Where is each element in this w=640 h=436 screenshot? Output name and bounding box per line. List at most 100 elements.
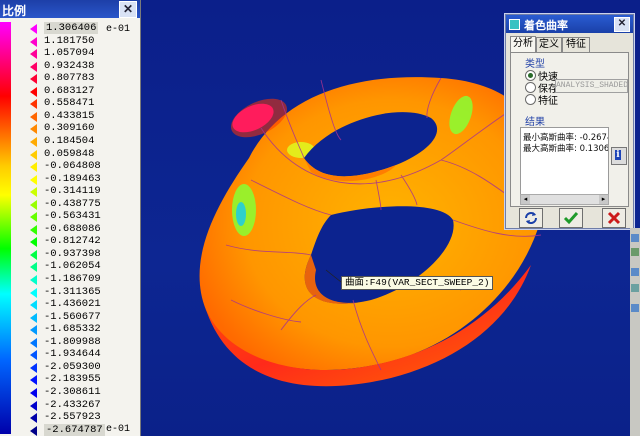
radio-feature-indicator[interactable] bbox=[525, 94, 536, 105]
toolbar-icon[interactable] bbox=[631, 268, 639, 276]
toolbar-icon[interactable] bbox=[631, 248, 639, 256]
checkmark-icon bbox=[563, 212, 579, 225]
scale-tick-value: -2.308611 bbox=[44, 385, 101, 398]
scale-tick-marker-icon bbox=[30, 400, 37, 411]
radio-save-indicator[interactable] bbox=[525, 82, 536, 93]
shaded-curvature-dialog: 着色曲率 ✕ 分析 定义 特征 类型 快速 保存 ANALYSIS_SHADED… bbox=[505, 14, 634, 229]
scale-tick-marker-icon bbox=[30, 149, 37, 160]
scale-panel-titlebar[interactable]: 比例 ✕ bbox=[0, 0, 140, 18]
results-group-label: 结果 bbox=[525, 117, 545, 128]
scale-tick-value: -0.937398 bbox=[44, 247, 101, 260]
scale-tick-marker-icon bbox=[30, 375, 37, 386]
result-max-curvature: 最大高斯曲率: 0.1306 bbox=[523, 144, 609, 154]
dialog-title: 着色曲率 bbox=[524, 19, 568, 32]
ok-button[interactable] bbox=[559, 208, 583, 228]
scale-panel-title: 比例 bbox=[2, 4, 27, 18]
scale-tick-marker-icon bbox=[30, 325, 37, 336]
scale-tick-marker-icon bbox=[30, 413, 37, 424]
scale-tick-marker-icon bbox=[30, 136, 37, 147]
surface-tooltip: 曲面:F49(VAR_SECT_SWEEP_2) bbox=[341, 276, 494, 290]
scale-tick-marker-icon bbox=[30, 111, 37, 122]
scale-tick-value: -0.812742 bbox=[44, 235, 101, 248]
scale-tick-value: -0.563431 bbox=[44, 210, 101, 223]
tab-definition[interactable]: 定义 bbox=[536, 37, 562, 52]
results-textbox[interactable]: 最小高斯曲率: -0.2674 最大高斯曲率: 0.1306 bbox=[520, 127, 609, 201]
scale-exponent-bottom: e-01 bbox=[106, 424, 131, 435]
scale-tick-value: -1.809988 bbox=[44, 335, 101, 348]
scale-tick-marker-icon bbox=[30, 99, 37, 110]
scale-tick-value: -0.189463 bbox=[44, 172, 101, 185]
scale-tick-value: -0.688086 bbox=[44, 222, 101, 235]
dialog-close-button[interactable]: ✕ bbox=[614, 17, 630, 32]
scale-tick-value: 0.932438 bbox=[44, 59, 95, 72]
right-toolbar-strip bbox=[630, 228, 640, 436]
radio-quick-indicator[interactable] bbox=[525, 70, 536, 81]
results-horizontal-scrollbar[interactable]: ◂ ▸ bbox=[520, 194, 609, 205]
repaint-button[interactable] bbox=[519, 208, 543, 228]
color-scale-panel: 比例 ✕ 1.306406 1.181750 1.057094 0.932438 0.8… bbox=[0, 0, 141, 436]
analysis-tab-panel: 类型 快速 保存 ANALYSIS_SHADED_1 特征 结果 最小高斯曲率:… bbox=[510, 52, 629, 207]
scale-tick-marker-icon bbox=[30, 74, 37, 85]
scroll-left-arrow-icon[interactable]: ◂ bbox=[521, 195, 530, 204]
toolbar-icon[interactable] bbox=[631, 234, 639, 242]
color-gradient-bar bbox=[0, 22, 11, 434]
scale-tick-value: 0.309160 bbox=[44, 122, 95, 135]
scale-tick-value: -1.436021 bbox=[44, 298, 101, 311]
scale-tick-value: -2.674787 bbox=[44, 423, 105, 436]
scale-tick-marker-icon bbox=[30, 312, 37, 323]
scale-tick-value: 0.683127 bbox=[44, 84, 95, 97]
scale-tick-marker-icon bbox=[30, 249, 37, 260]
scale-tick-value: -1.934644 bbox=[44, 348, 101, 361]
scale-tick-value: -2.433267 bbox=[44, 398, 101, 411]
scale-tick-marker-icon bbox=[30, 362, 37, 373]
scale-tick-marker-icon bbox=[30, 224, 37, 235]
scale-tick-marker-icon bbox=[30, 86, 37, 97]
scale-tick-value: -2.059300 bbox=[44, 360, 101, 373]
cancel-button[interactable] bbox=[602, 208, 626, 228]
scale-tick-value: 1.057094 bbox=[44, 47, 95, 60]
scale-tick-marker-icon bbox=[30, 174, 37, 185]
dialog-app-icon bbox=[509, 19, 520, 30]
scale-tick-value: -0.314119 bbox=[44, 185, 101, 198]
tab-feature[interactable]: 特征 bbox=[562, 37, 590, 52]
analysis-name-field[interactable]: ANALYSIS_SHADED_1 bbox=[555, 79, 628, 93]
scroll-right-arrow-icon[interactable]: ▸ bbox=[599, 195, 608, 204]
scale-tick-marker-icon bbox=[30, 49, 37, 60]
toolbar-icon[interactable] bbox=[631, 304, 639, 312]
scale-panel-close-button[interactable]: ✕ bbox=[119, 1, 137, 18]
scale-tick-marker-icon bbox=[30, 199, 37, 210]
scale-tick-marker-icon bbox=[30, 162, 37, 173]
scale-tick-marker-icon bbox=[30, 275, 37, 285]
tab-analysis[interactable]: 分析 bbox=[510, 36, 536, 53]
info-icon: i bbox=[615, 150, 621, 160]
scale-tick-marker-icon bbox=[30, 24, 37, 34]
scale-tick-value: -0.438775 bbox=[44, 197, 101, 210]
scale-tick-value: -1.560677 bbox=[44, 310, 101, 323]
dialog-titlebar[interactable]: 着色曲率 ✕ bbox=[506, 15, 633, 33]
repaint-icon bbox=[525, 212, 537, 224]
scale-tick-value: -2.557923 bbox=[44, 411, 101, 424]
scale-tick-value: 1.306406 bbox=[44, 22, 99, 34]
scale-tick-marker-icon bbox=[30, 337, 37, 348]
scale-tick-marker-icon bbox=[30, 350, 37, 361]
scale-tick-marker-icon bbox=[30, 187, 37, 198]
toolbar-icon[interactable] bbox=[631, 284, 639, 292]
scale-tick-value: 0.433815 bbox=[44, 109, 95, 122]
scale-tick-marker-icon bbox=[30, 287, 37, 298]
scale-tick-value: -1.311365 bbox=[44, 285, 101, 298]
scale-tick-value: 0.059848 bbox=[44, 147, 95, 160]
scale-tick-value: 0.558471 bbox=[44, 97, 95, 110]
scale-tick-marker-icon bbox=[30, 36, 37, 47]
scale-tick-marker-icon bbox=[30, 262, 37, 273]
radio-feature-label: 特征 bbox=[538, 96, 558, 107]
scale-tick-value: 0.807783 bbox=[44, 72, 95, 85]
scale-tick-marker-icon bbox=[30, 237, 37, 248]
scale-tick-value: -1.186709 bbox=[44, 273, 101, 285]
scale-tick-marker-icon bbox=[30, 425, 37, 436]
scale-exponent-top: e-01 bbox=[106, 24, 131, 35]
scale-tick-value: 1.181750 bbox=[44, 34, 95, 47]
scale-tick-marker-icon bbox=[30, 212, 37, 223]
scale-tick-value: -1.685332 bbox=[44, 323, 101, 336]
info-button[interactable]: i bbox=[611, 147, 627, 165]
scale-tick-value: 0.184504 bbox=[44, 134, 95, 147]
